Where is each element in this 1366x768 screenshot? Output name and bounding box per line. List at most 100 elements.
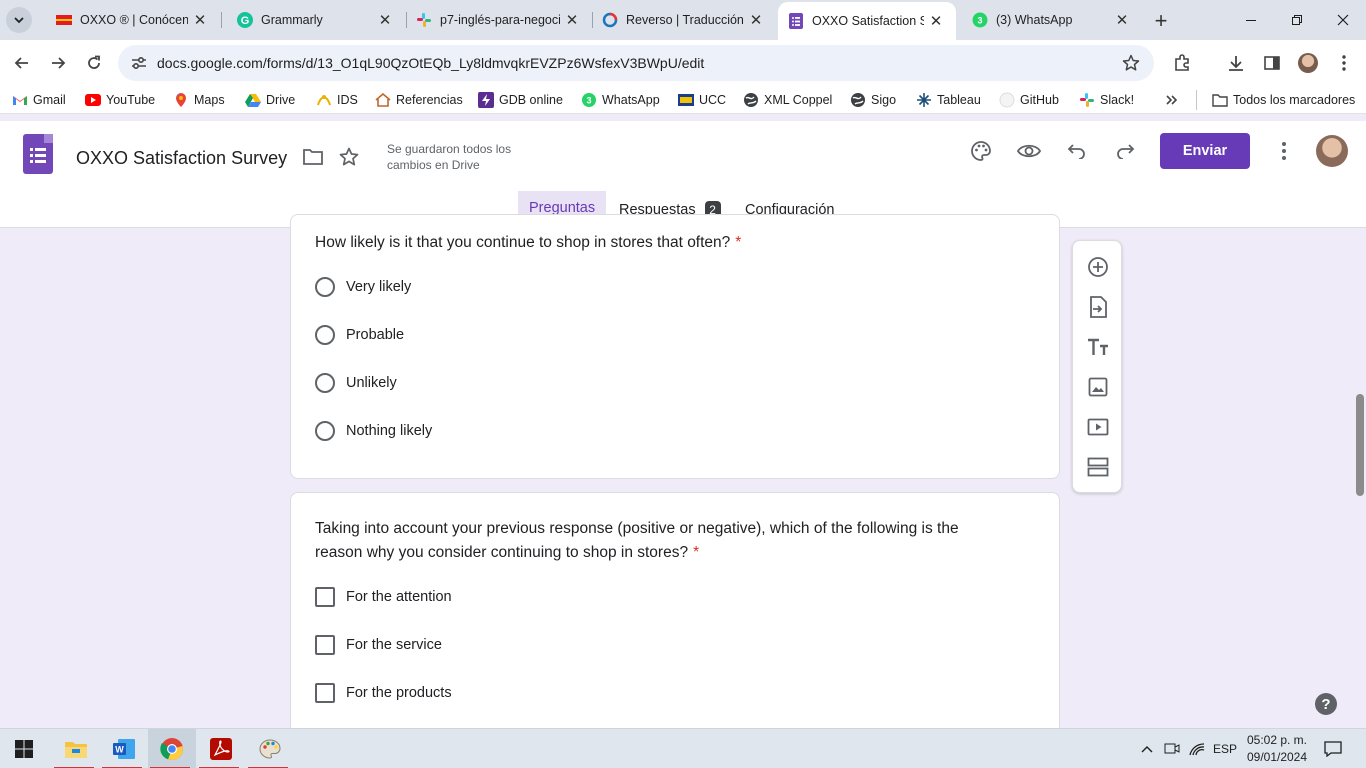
- side-panel-button[interactable]: [1259, 50, 1285, 76]
- close-tab-icon[interactable]: ✕: [188, 8, 212, 32]
- star-form-button[interactable]: [335, 143, 363, 171]
- close-tab-icon[interactable]: ✕: [560, 8, 584, 32]
- radio-button[interactable]: [315, 373, 335, 393]
- all-bookmarks-folder[interactable]: Todos los marcadores: [1212, 91, 1355, 109]
- checkbox[interactable]: [315, 683, 335, 703]
- close-tab-icon[interactable]: ✕: [924, 9, 948, 33]
- question-card[interactable]: How likely is it that you continue to sh…: [290, 214, 1060, 479]
- more-options-button[interactable]: [1270, 137, 1298, 165]
- import-questions-button[interactable]: [1086, 295, 1110, 319]
- bookmark-slack[interactable]: Slack!: [1079, 91, 1134, 109]
- tray-display-icon[interactable]: [1162, 739, 1182, 759]
- bookmark-youtube[interactable]: YouTube: [85, 91, 155, 109]
- show-hidden-icons-button[interactable]: [1139, 739, 1155, 759]
- close-window-button[interactable]: [1320, 0, 1366, 40]
- page-scrollbar[interactable]: [1356, 394, 1364, 496]
- close-tab-icon[interactable]: ✕: [1110, 8, 1134, 32]
- word-icon: W: [113, 739, 135, 759]
- question-title[interactable]: How likely is it that you continue to sh…: [315, 231, 741, 255]
- bookmark-whatsapp[interactable]: 3 WhatsApp: [581, 91, 660, 109]
- option-label: Unlikely: [346, 375, 397, 391]
- profile-button[interactable]: [1295, 50, 1321, 76]
- add-image-button[interactable]: [1086, 375, 1110, 399]
- address-bar[interactable]: docs.google.com/forms/d/13_O1qL90QzOtEQb…: [118, 45, 1154, 81]
- option-label: Very likely: [346, 279, 412, 295]
- browser-tab-oxxo[interactable]: OXXO ® | Conócenos ✕: [40, 0, 220, 40]
- browser-tab-slack[interactable]: p7-inglés-para-negocios ✕: [400, 0, 592, 40]
- radio-option[interactable]: Probable: [315, 323, 404, 347]
- tab-search-button[interactable]: [6, 7, 32, 33]
- back-button[interactable]: [9, 50, 35, 76]
- bookmark-gdb[interactable]: GDB online: [478, 91, 563, 109]
- bookmark-github[interactable]: GitHub: [999, 91, 1059, 109]
- checkbox[interactable]: [315, 635, 335, 655]
- taskbar-file-explorer[interactable]: [52, 729, 100, 768]
- download-icon: [1229, 56, 1243, 71]
- add-question-button[interactable]: [1086, 255, 1110, 279]
- option-label: For the service: [346, 637, 442, 653]
- site-settings-icon[interactable]: [130, 54, 148, 72]
- checkbox[interactable]: [315, 587, 335, 607]
- browser-tab-reverso[interactable]: Reverso | Traducción ✕: [586, 0, 776, 40]
- bookmark-sigo[interactable]: Sigo: [850, 91, 896, 109]
- radio-button[interactable]: [315, 277, 335, 297]
- minimize-button[interactable]: [1228, 0, 1274, 40]
- help-button[interactable]: ?: [1315, 693, 1337, 715]
- redo-button[interactable]: [1111, 137, 1139, 165]
- bookmark-ucc[interactable]: UCC: [678, 91, 726, 109]
- checkbox-option[interactable]: For the service: [315, 633, 442, 657]
- radio-option[interactable]: Unlikely: [315, 371, 397, 395]
- send-button[interactable]: Enviar: [1160, 133, 1250, 169]
- customize-theme-button[interactable]: [967, 137, 995, 165]
- taskbar-acrobat[interactable]: [197, 729, 245, 768]
- url-text[interactable]: docs.google.com/forms/d/13_O1qL90QzOtEQb…: [157, 55, 704, 71]
- bookmark-tableau[interactable]: Tableau: [916, 91, 981, 109]
- question-title[interactable]: Taking into account your previous respon…: [315, 517, 1005, 565]
- checkbox-option[interactable]: For the attention: [315, 585, 452, 609]
- browser-tab-forms-active[interactable]: OXXO Satisfaction Survey ✕: [778, 2, 956, 40]
- google-forms-logo[interactable]: [23, 134, 53, 174]
- radio-option[interactable]: Nothing likely: [315, 419, 432, 443]
- bookmark-gmail[interactable]: Gmail: [12, 91, 66, 109]
- reload-button[interactable]: [81, 50, 107, 76]
- restore-button[interactable]: [1274, 0, 1320, 40]
- radio-button[interactable]: [315, 421, 335, 441]
- bookmark-star-button[interactable]: [1120, 52, 1142, 74]
- tray-wifi-icon[interactable]: [1187, 739, 1207, 759]
- undo-button[interactable]: [1063, 137, 1091, 165]
- bookmark-xml-coppel[interactable]: XML Coppel: [743, 91, 832, 109]
- downloads-button[interactable]: [1223, 50, 1249, 76]
- bookmarks-overflow-button[interactable]: [1166, 91, 1178, 109]
- browser-tab-whatsapp[interactable]: 3 (3) WhatsApp ✕: [956, 0, 1142, 40]
- account-avatar[interactable]: [1316, 135, 1348, 167]
- bookmark-referencias[interactable]: Referencias: [375, 91, 463, 109]
- input-language[interactable]: ESP: [1210, 739, 1240, 759]
- notifications-button[interactable]: [1322, 739, 1344, 759]
- browser-menu-button[interactable]: [1331, 50, 1357, 76]
- windows-logo-icon: [15, 740, 33, 758]
- bookmark-drive[interactable]: Drive: [245, 91, 295, 109]
- close-tab-icon[interactable]: ✕: [373, 8, 397, 32]
- taskbar-clock[interactable]: 05:02 p. m. 09/01/2024: [1244, 732, 1310, 766]
- extensions-button[interactable]: [1169, 50, 1195, 76]
- new-tab-button[interactable]: +: [1148, 8, 1174, 34]
- forward-button[interactable]: [45, 50, 71, 76]
- checkbox-option[interactable]: For the products: [315, 681, 452, 705]
- close-tab-icon[interactable]: ✕: [744, 8, 768, 32]
- start-button[interactable]: [0, 729, 48, 768]
- radio-option[interactable]: Very likely: [315, 275, 411, 299]
- add-title-button[interactable]: [1086, 335, 1110, 359]
- add-video-button[interactable]: [1086, 415, 1110, 439]
- bookmark-maps[interactable]: Maps: [173, 91, 225, 109]
- question-card[interactable]: Taking into account your previous respon…: [290, 492, 1060, 752]
- taskbar-word[interactable]: W: [100, 729, 148, 768]
- move-to-folder-button[interactable]: [299, 143, 327, 171]
- radio-button[interactable]: [315, 325, 335, 345]
- form-title[interactable]: OXXO Satisfaction Survey: [76, 148, 287, 169]
- bookmark-ids[interactable]: IDS: [316, 91, 358, 109]
- add-section-button[interactable]: [1086, 455, 1110, 479]
- taskbar-chrome[interactable]: [148, 729, 196, 768]
- browser-tab-grammarly[interactable]: G Grammarly ✕: [221, 0, 405, 40]
- taskbar-paint[interactable]: [246, 729, 294, 768]
- preview-button[interactable]: [1015, 137, 1043, 165]
